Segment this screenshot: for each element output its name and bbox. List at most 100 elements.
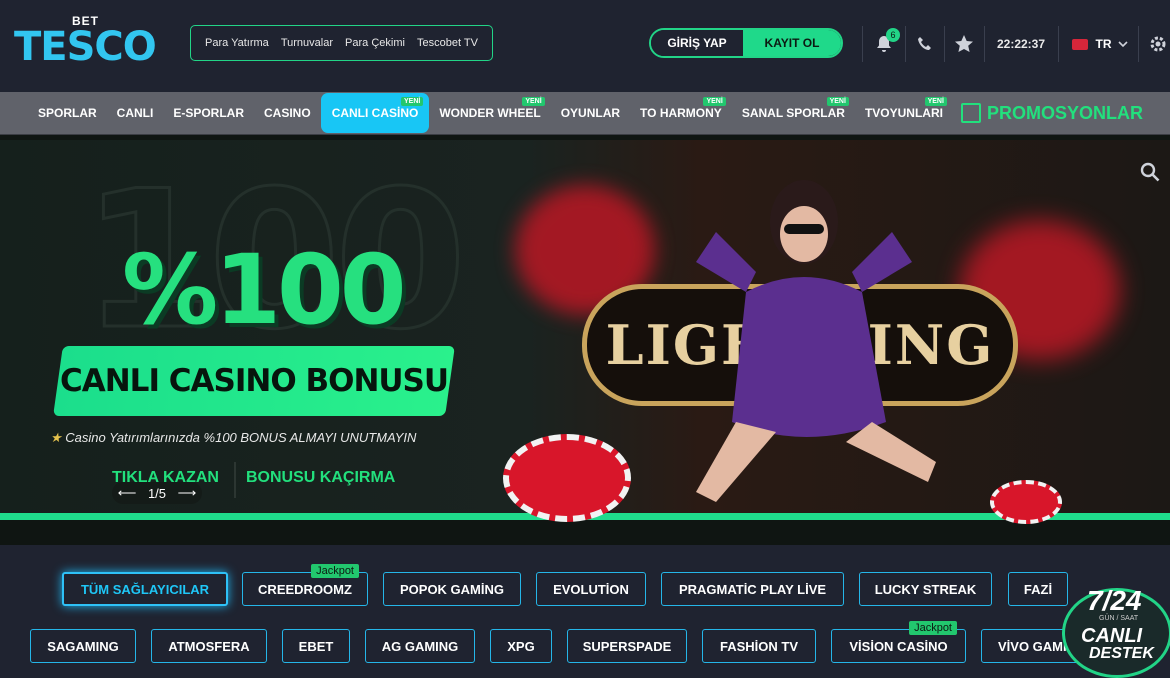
link-withdraw[interactable]: Para Çekimi (345, 37, 405, 49)
gear-icon (1150, 36, 1166, 52)
new-badge: YENİ (826, 97, 849, 106)
nav-label: OYUNLAR (560, 106, 621, 120)
provider-fashion-tv[interactable]: FASHİON TV (702, 629, 816, 663)
provider-label: PRAGMATİC PLAY LİVE (678, 581, 827, 597)
logo-name: TESCO (14, 24, 157, 70)
new-badge: YENİ (522, 97, 545, 106)
provider-superspade[interactable]: SUPERSPADE (567, 629, 687, 663)
link-tv[interactable]: Tescobet TV (417, 37, 478, 49)
banner-title-band: CANLI CASINO BONUSU (53, 346, 455, 416)
link-tournaments[interactable]: Turnuvalar (281, 37, 333, 49)
gift-icon (960, 103, 981, 123)
top-header: BET TESCO Para Yatırma Turnuvalar Para Ç… (0, 0, 1170, 92)
nav-live-casino[interactable]: CANLI CASİNO YENİ (320, 93, 430, 133)
main-nav: SPORLAR CANLI E-SPORLAR CASINO CANLI CAS… (0, 92, 1170, 135)
clock: 22:22:37 (996, 37, 1046, 51)
banner-card: 100 %100 CANLI CASINO BONUSU ★ Casino Ya… (0, 140, 1170, 524)
provider-label: CREEDROOMZ (258, 581, 352, 597)
promo-banner[interactable]: 100 %100 CANLI CASINO BONUSU ★ Casino Ya… (0, 135, 1170, 545)
nav-label: TO HARMONY (640, 106, 722, 120)
nav-label: CANLI CASİNO (331, 106, 419, 120)
provider-all[interactable]: TÜM SAĞLAYICILAR (62, 572, 228, 606)
provider-label: TÜM SAĞLAYICILAR (80, 581, 210, 597)
quick-links: Para Yatırma Turnuvalar Para Çekimi Tesc… (190, 25, 493, 61)
favorites-button[interactable] (950, 30, 978, 58)
site-logo[interactable]: BET TESCO (8, 14, 158, 74)
nav-wonder-wheel[interactable]: WONDER WHEEL YENİ (429, 93, 550, 133)
nav-label: CASINO (264, 106, 311, 120)
nav-casino[interactable]: CASINO (254, 93, 321, 133)
notifications-button[interactable]: 6 (870, 28, 900, 58)
nav-label: CANLI (116, 106, 154, 120)
divider (944, 26, 945, 62)
pager-count: 1/5 (147, 485, 167, 501)
provider-ebet[interactable]: EBET (282, 629, 350, 663)
provider-label: LUCKY STREAK (874, 581, 977, 597)
phone-button[interactable] (912, 30, 938, 58)
banner-reminder-text: Casino Yatırımlarınızda %100 BONUS ALMAY… (65, 430, 417, 445)
nav-label: WONDER WHEEL (439, 106, 541, 120)
register-button[interactable]: KAYIT OL (743, 30, 841, 56)
new-badge: YENİ (924, 97, 947, 106)
model-image (696, 180, 936, 502)
promotions-label: PROMOSYONLAR (986, 102, 1143, 123)
provider-sagaming[interactable]: SAGAMING (30, 629, 136, 663)
nav-esports[interactable]: E-SPORLAR (163, 93, 254, 133)
chevron-down-icon (1117, 41, 1128, 48)
link-deposit[interactable]: Para Yatırma (205, 37, 269, 49)
live-support-button[interactable]: 7/24 GÜN / SAAT CANLI DESTEK (1062, 585, 1170, 678)
provider-label: XPG (507, 638, 535, 654)
provider-xpg[interactable]: XPG (490, 629, 552, 663)
search-icon[interactable] (1140, 162, 1160, 182)
login-button[interactable]: GİRİŞ YAP (651, 30, 743, 56)
next-arrow-icon[interactable]: ⟶ (178, 485, 197, 501)
nav-label: SPORLAR (38, 106, 97, 120)
support-hours: 7/24 (1087, 585, 1142, 616)
language-select[interactable]: TR (1068, 30, 1132, 58)
provider-vision-casino[interactable]: Jackpot VİSİON CASİNO (831, 621, 966, 663)
divider (1138, 26, 1139, 62)
nav-live[interactable]: CANLI (107, 93, 164, 133)
support-sub: GÜN / SAAT (1099, 615, 1139, 622)
provider-popok[interactable]: POPOK GAMİNG (383, 572, 521, 606)
provider-label: SUPERSPADE (582, 638, 672, 654)
nav-promotions[interactable]: PROMOSYONLAR (960, 102, 1143, 124)
banner-percent: %100 (122, 234, 407, 346)
prev-arrow-icon[interactable]: ⟵ (118, 485, 137, 501)
divider (984, 26, 985, 62)
nav-tv-games[interactable]: TVOYUNLARI YENİ (855, 93, 953, 133)
divider (905, 26, 906, 62)
provider-creedroomz[interactable]: Jackpot CREEDROOMZ (242, 564, 368, 606)
new-badge: YENİ (703, 97, 726, 106)
nav-to-harmony[interactable]: TO HARMONY YENİ (630, 93, 732, 133)
new-badge: YENİ (401, 97, 424, 106)
provider-label: POPOK GAMİNG (399, 581, 504, 597)
settings-button[interactable] (1146, 30, 1170, 58)
banner-pager: ⟵ 1/5 ⟶ (112, 482, 202, 504)
nav-games[interactable]: OYUNLAR (551, 93, 630, 133)
divider (862, 26, 863, 62)
jackpot-badge: Jackpot (311, 564, 359, 578)
banner-title: CANLI CASINO BONUSU (59, 363, 449, 399)
provider-evolution[interactable]: EVOLUTİON (536, 572, 646, 606)
nav-label: TVOYUNLARI (864, 106, 943, 120)
provider-ag-gaming[interactable]: AG GAMING (365, 629, 475, 663)
provider-label: VİSİON CASİNO (849, 638, 948, 654)
turkey-flag-icon (1071, 38, 1088, 50)
provider-lucky-streak[interactable]: LUCKY STREAK (859, 572, 992, 606)
provider-label: ATMOSFERA (168, 638, 250, 654)
provider-fazi[interactable]: FAZİ (1008, 572, 1068, 606)
provider-label: EVOLUTİON (553, 581, 629, 597)
nav-sports[interactable]: SPORLAR (28, 93, 107, 133)
provider-atmosfera[interactable]: ATMOSFERA (151, 629, 267, 663)
support-line2: DESTEK (1089, 645, 1154, 662)
star-icon (955, 35, 973, 52)
provider-label: SAGAMING (47, 638, 119, 654)
provider-label: FASHİON TV (719, 638, 798, 654)
provider-pragmatic[interactable]: PRAGMATİC PLAY LİVE (661, 572, 844, 606)
divider (1058, 26, 1059, 62)
jackpot-badge: Jackpot (909, 621, 957, 635)
language-code: TR (1095, 37, 1112, 51)
banner-cta-right[interactable]: BONUSU KAÇIRMA (246, 469, 395, 487)
nav-virtual-sports[interactable]: SANAL SPORLAR YENİ (732, 93, 855, 133)
